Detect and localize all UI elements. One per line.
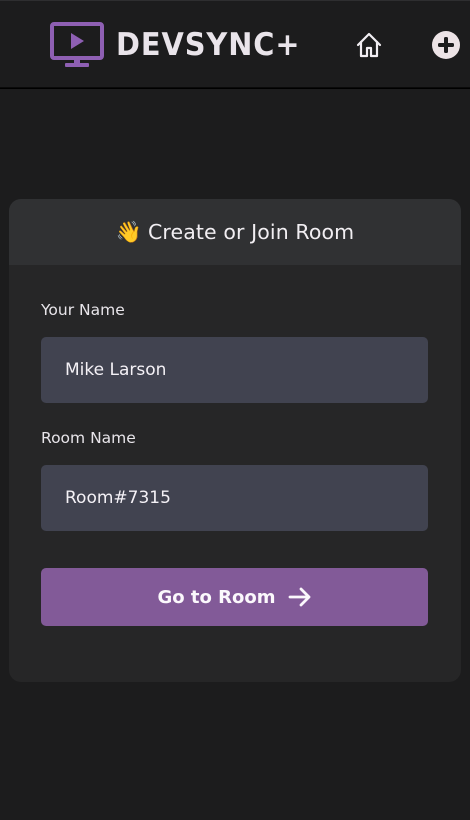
plus-circle-icon[interactable] (432, 31, 460, 59)
room-name-input[interactable] (41, 465, 428, 531)
room-form-card: 👋 Create or Join Room Your Name Room Nam… (9, 199, 461, 682)
your-name-input[interactable] (41, 337, 428, 403)
form-title: Create or Join Room (148, 220, 355, 244)
go-to-room-button[interactable]: Go to Room (41, 568, 428, 626)
home-icon[interactable] (354, 30, 384, 60)
top-navbar: DEVSYNC+ (0, 0, 470, 88)
go-to-room-label: Go to Room (157, 586, 276, 608)
brand-logo[interactable]: DEVSYNC+ (50, 22, 314, 68)
room-name-label: Room Name (41, 429, 136, 447)
brand-name: DEVSYNC+ (116, 27, 301, 63)
card-header: 👋 Create or Join Room (9, 199, 461, 265)
tv-play-icon (50, 22, 104, 68)
waving-hand-icon: 👋 (115, 219, 143, 244)
your-name-label: Your Name (41, 301, 125, 319)
arrow-right-icon (288, 587, 312, 607)
